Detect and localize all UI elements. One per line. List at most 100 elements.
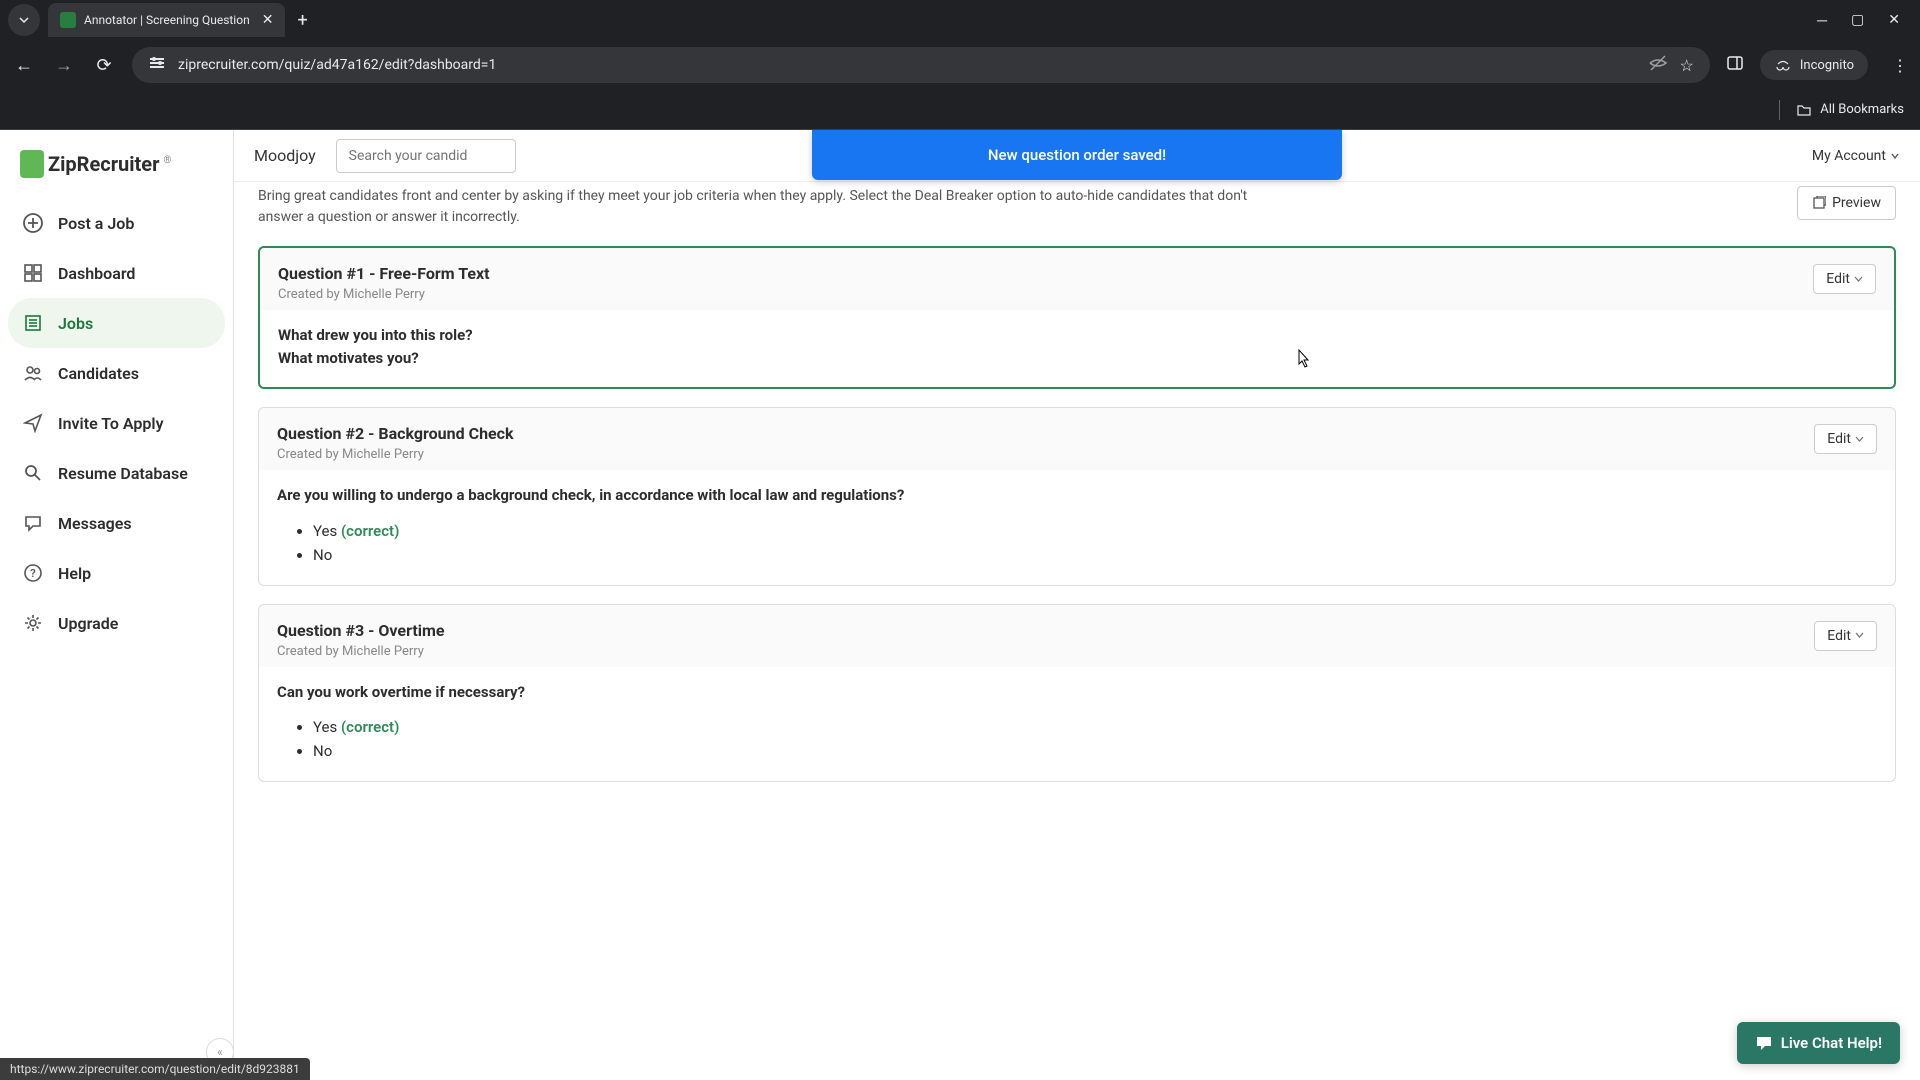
- address-bar[interactable]: ziprecruiter.com/quiz/ad47a162/edit?dash…: [132, 47, 1710, 83]
- sidebar-item-messages[interactable]: Messages: [8, 498, 225, 548]
- grid-icon: [22, 262, 44, 284]
- logo-icon: [20, 150, 44, 178]
- sidebar-item-invite[interactable]: Invite To Apply: [8, 398, 225, 448]
- question-card-2: Question #2 - Background Check Created b…: [258, 407, 1896, 586]
- chat-icon: [22, 512, 44, 534]
- sidebar-item-candidates[interactable]: Candidates: [8, 348, 225, 398]
- reload-button[interactable]: ⟳: [92, 55, 116, 76]
- card-body: Can you work overtime if necessary? Yes …: [259, 667, 1895, 782]
- sidebar-item-dashboard[interactable]: Dashboard: [8, 248, 225, 298]
- gear-icon: [22, 612, 44, 634]
- back-button[interactable]: ←: [12, 55, 36, 76]
- sidebar-item-post-job[interactable]: Post a Job: [8, 198, 225, 248]
- company-name: Moodjoy: [254, 146, 316, 165]
- help-icon: ?: [22, 562, 44, 584]
- card-subtitle: Created by Michelle Perry: [277, 644, 1814, 659]
- sidebar-item-label: Help: [58, 564, 91, 583]
- bookmarks-bar: All Bookmarks: [0, 90, 1920, 130]
- all-bookmarks-button[interactable]: All Bookmarks: [1796, 102, 1904, 118]
- users-icon: [22, 362, 44, 384]
- card-header: Question #3 - Overtime Created by Michel…: [259, 605, 1895, 667]
- sidebar-item-label: Invite To Apply: [58, 414, 164, 433]
- main: New question order saved! Moodjoy My Acc…: [234, 130, 1920, 1080]
- incognito-eye-icon[interactable]: [1648, 53, 1668, 77]
- logo-text: ZipRecruiter: [48, 152, 159, 176]
- sidebar-item-label: Messages: [58, 514, 132, 533]
- card-title: Question #1 - Free-Form Text: [278, 264, 1813, 283]
- sidebar-item-label: Resume Database: [58, 464, 188, 483]
- live-chat-button[interactable]: Live Chat Help!: [1737, 1022, 1900, 1064]
- toast-notification: New question order saved!: [812, 130, 1342, 180]
- tab-favicon: [60, 12, 76, 28]
- search-input[interactable]: [336, 139, 516, 173]
- intro-row: Bring great candidates front and center …: [258, 186, 1896, 228]
- answer-item: Yes (correct): [313, 715, 1877, 739]
- side-panel-icon[interactable]: [1726, 54, 1744, 76]
- sidebar-item-label: Upgrade: [58, 614, 118, 633]
- bookmarks-label: All Bookmarks: [1820, 102, 1904, 117]
- incognito-badge[interactable]: Incognito: [1760, 50, 1868, 80]
- content: Bring great candidates front and center …: [234, 182, 1920, 1080]
- logo[interactable]: ZipRecruiter ®: [8, 142, 225, 198]
- tab-bar: Annotator | Screening Question ✕ + ─ ▢ ✕: [0, 0, 1920, 40]
- sidebar-item-upgrade[interactable]: Upgrade: [8, 598, 225, 648]
- answer-list: Yes (correct) No: [277, 519, 1877, 567]
- tab-close-button[interactable]: ✕: [250, 12, 274, 28]
- question-text: What drew you into this role? What motiv…: [278, 324, 1876, 369]
- card-title: Question #3 - Overtime: [277, 621, 1814, 640]
- svg-text:?: ?: [30, 567, 35, 580]
- edit-button[interactable]: Edit: [1814, 424, 1877, 454]
- browser-menu-button[interactable]: ⋮: [1892, 56, 1908, 75]
- maximize-button[interactable]: ▢: [1851, 12, 1864, 29]
- card-header: Question #2 - Background Check Created b…: [259, 408, 1895, 470]
- answer-item: No: [313, 543, 1877, 567]
- intro-text: Bring great candidates front and center …: [258, 186, 1781, 228]
- card-body: Are you willing to undergo a background …: [259, 470, 1895, 585]
- forward-button[interactable]: →: [52, 55, 76, 76]
- browser-tab[interactable]: Annotator | Screening Question ✕: [48, 3, 285, 37]
- answer-item: No: [313, 739, 1877, 763]
- sidebar-item-resume-db[interactable]: Resume Database: [8, 448, 225, 498]
- status-url: https://www.ziprecruiter.com/question/ed…: [10, 1062, 300, 1076]
- bookmark-star-icon[interactable]: ☆: [1680, 56, 1694, 75]
- tab-title: Annotator | Screening Question: [84, 13, 250, 27]
- question-card-1: Question #1 - Free-Form Text Created by …: [258, 246, 1896, 389]
- new-tab-button[interactable]: +: [297, 10, 307, 31]
- sidebar: ZipRecruiter ® Post a Job Dashboard Jobs: [0, 130, 234, 1080]
- search-icon: [22, 462, 44, 484]
- status-bar: https://www.ziprecruiter.com/question/ed…: [0, 1058, 310, 1080]
- card-subtitle: Created by Michelle Perry: [277, 447, 1814, 462]
- edit-button[interactable]: Edit: [1814, 621, 1877, 651]
- plus-circle-icon: [22, 212, 44, 234]
- list-icon: [22, 312, 44, 334]
- send-icon: [22, 412, 44, 434]
- incognito-label: Incognito: [1800, 58, 1854, 73]
- my-account-dropdown[interactable]: My Account: [1812, 148, 1900, 164]
- app: ZipRecruiter ® Post a Job Dashboard Jobs: [0, 130, 1920, 1080]
- question-card-3: Question #3 - Overtime Created by Michel…: [258, 604, 1896, 783]
- question-text: Can you work overtime if necessary?: [277, 681, 1877, 704]
- answer-item: Yes (correct): [313, 519, 1877, 543]
- url-text: ziprecruiter.com/quiz/ad47a162/edit?dash…: [178, 57, 1636, 73]
- sidebar-item-label: Jobs: [58, 314, 93, 333]
- card-title: Question #2 - Background Check: [277, 424, 1814, 443]
- card-subtitle: Created by Michelle Perry: [278, 287, 1813, 302]
- sidebar-item-jobs[interactable]: Jobs: [8, 298, 225, 348]
- preview-button[interactable]: Preview: [1797, 186, 1896, 220]
- close-window-button[interactable]: ✕: [1888, 12, 1900, 29]
- minimize-button[interactable]: ─: [1817, 12, 1827, 29]
- browser-chrome: Annotator | Screening Question ✕ + ─ ▢ ✕…: [0, 0, 1920, 130]
- sidebar-item-label: Candidates: [58, 364, 139, 383]
- window-controls: ─ ▢ ✕: [1817, 12, 1912, 29]
- account-label: My Account: [1812, 148, 1886, 164]
- question-text: Are you willing to undergo a background …: [277, 484, 1877, 507]
- site-settings-icon[interactable]: [148, 54, 166, 76]
- edit-button[interactable]: Edit: [1813, 264, 1876, 294]
- card-header: Question #1 - Free-Form Text Created by …: [260, 248, 1894, 310]
- sidebar-item-help[interactable]: ? Help: [8, 548, 225, 598]
- answer-list: Yes (correct) No: [277, 715, 1877, 763]
- card-body: What drew you into this role? What motiv…: [260, 310, 1894, 387]
- tab-search-button[interactable]: [8, 4, 40, 36]
- sidebar-item-label: Post a Job: [58, 214, 134, 233]
- chat-label: Live Chat Help!: [1781, 1034, 1882, 1052]
